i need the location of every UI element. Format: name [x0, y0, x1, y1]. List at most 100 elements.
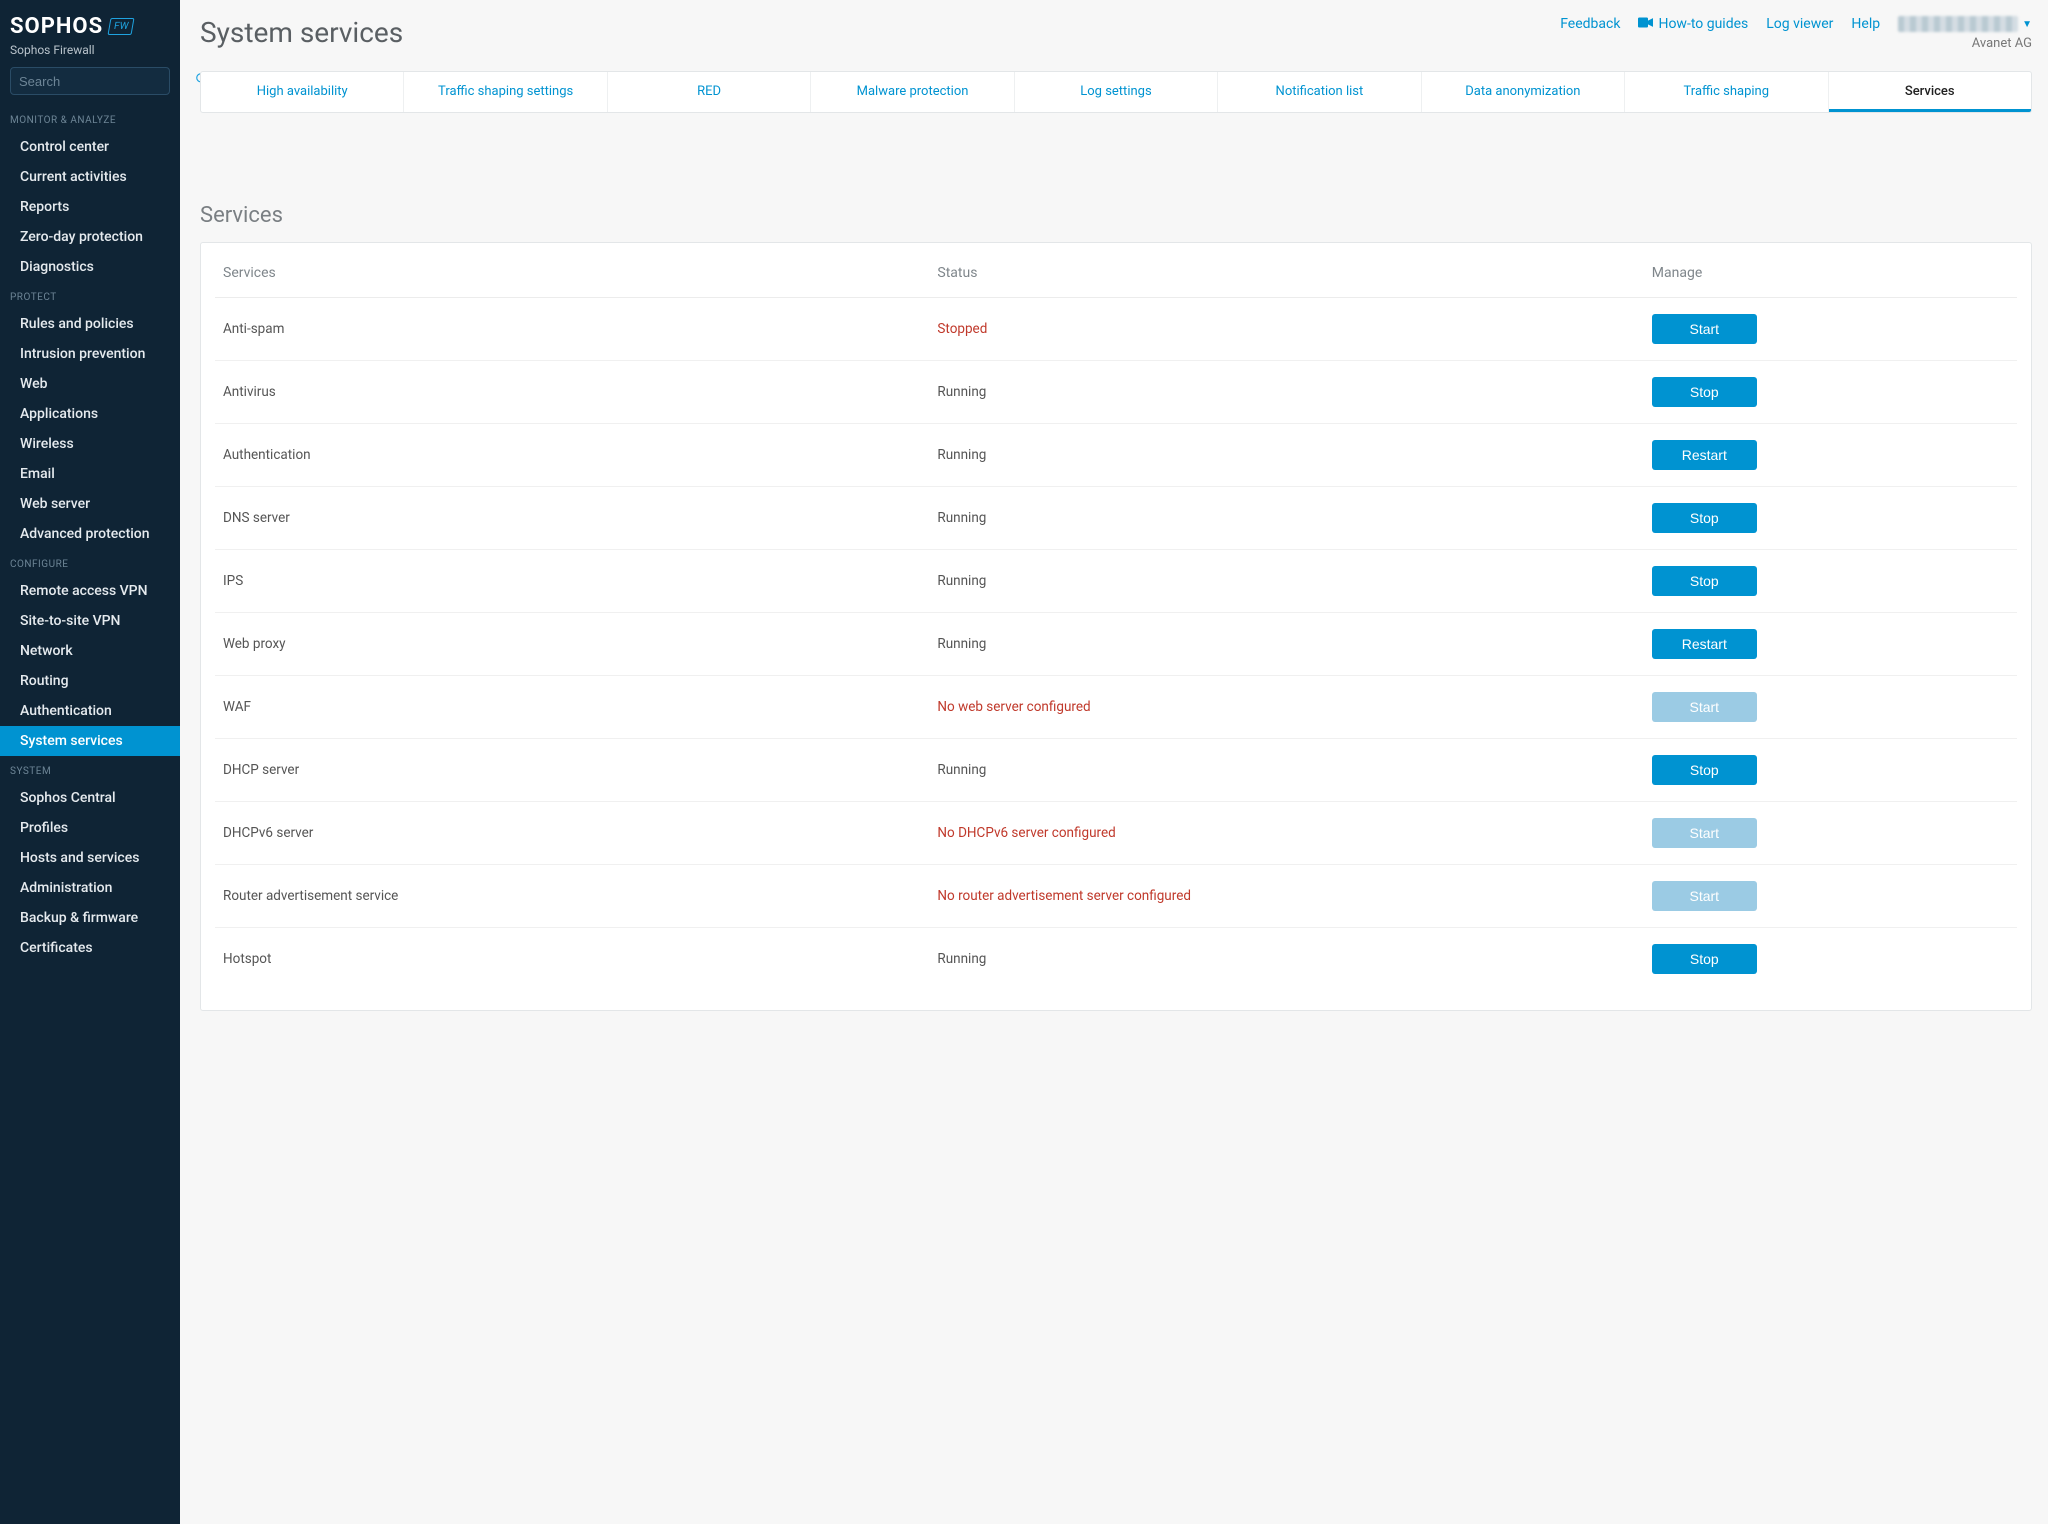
nav-item-advanced-protection[interactable]: Advanced protection	[0, 519, 180, 549]
service-name: Antivirus	[223, 384, 937, 400]
link-feedback[interactable]: Feedback	[1560, 16, 1620, 32]
service-row: Router advertisement serviceNo router ad…	[215, 865, 2017, 928]
search-box[interactable]	[10, 67, 170, 95]
service-status: Running	[937, 573, 1651, 589]
link-howto-label: How-to guides	[1658, 16, 1748, 32]
nav-item-site-to-site-vpn[interactable]: Site-to-site VPN	[0, 606, 180, 636]
video-icon	[1638, 17, 1653, 32]
nav-section-label: CONFIGURE	[0, 549, 180, 576]
service-row: IPSRunningStop	[215, 550, 2017, 613]
service-row: Web proxyRunningRestart	[215, 613, 2017, 676]
service-status: No web server configured	[937, 699, 1651, 715]
service-name: Anti-spam	[223, 321, 937, 337]
service-manage: Restart	[1652, 440, 2009, 470]
service-row: DHCPv6 serverNo DHCPv6 server configured…	[215, 802, 2017, 865]
brand-subtitle: Sophos Firewall	[0, 43, 180, 67]
tabs: High availabilityTraffic shaping setting…	[200, 71, 2032, 113]
service-stop-button[interactable]: Stop	[1652, 944, 1757, 974]
service-manage: Restart	[1652, 629, 2009, 659]
nav-item-rules-and-policies[interactable]: Rules and policies	[0, 309, 180, 339]
chevron-down-icon: ▼	[2022, 19, 2032, 30]
tab-data-anonymization[interactable]: Data anonymization	[1422, 72, 1625, 112]
tab-malware-protection[interactable]: Malware protection	[811, 72, 1014, 112]
nav-item-remote-access-vpn[interactable]: Remote access VPN	[0, 576, 180, 606]
nav-item-administration[interactable]: Administration	[0, 873, 180, 903]
service-restart-button[interactable]: Restart	[1652, 629, 1757, 659]
service-start-button: Start	[1652, 818, 1757, 848]
nav-item-backup-firmware[interactable]: Backup & firmware	[0, 903, 180, 933]
service-stop-button[interactable]: Stop	[1652, 503, 1757, 533]
nav-item-email[interactable]: Email	[0, 459, 180, 489]
nav-item-profiles[interactable]: Profiles	[0, 813, 180, 843]
topbar: System services Feedback How-to guides L…	[200, 10, 2032, 71]
nav-item-web[interactable]: Web	[0, 369, 180, 399]
nav-item-applications[interactable]: Applications	[0, 399, 180, 429]
service-manage: Start	[1652, 314, 2009, 344]
nav-item-hosts-and-services[interactable]: Hosts and services	[0, 843, 180, 873]
service-row: WAFNo web server configuredStart	[215, 676, 2017, 739]
service-name: Authentication	[223, 447, 937, 463]
service-start-button[interactable]: Start	[1652, 314, 1757, 344]
sidebar: SOPHOS FW Sophos Firewall MONITOR & ANAL…	[0, 0, 180, 1524]
nav-item-reports[interactable]: Reports	[0, 192, 180, 222]
nav-item-current-activities[interactable]: Current activities	[0, 162, 180, 192]
tab-services[interactable]: Services	[1829, 72, 2031, 112]
service-row: AuthenticationRunningRestart	[215, 424, 2017, 487]
service-manage: Stop	[1652, 503, 2009, 533]
service-name: Web proxy	[223, 636, 937, 652]
service-status: Stopped	[937, 321, 1651, 337]
service-manage: Stop	[1652, 566, 2009, 596]
service-name: DHCPv6 server	[223, 825, 937, 841]
service-manage: Start	[1652, 881, 2009, 911]
services-table-header: Services Status Manage	[215, 249, 2017, 298]
link-help[interactable]: Help	[1851, 16, 1880, 32]
services-panel: Services Status Manage Anti-spamStoppedS…	[200, 242, 2032, 1011]
nav-item-certificates[interactable]: Certificates	[0, 933, 180, 963]
nav-item-web-server[interactable]: Web server	[0, 489, 180, 519]
service-name: Hotspot	[223, 951, 937, 967]
nav-section-label: PROTECT	[0, 282, 180, 309]
service-manage: Stop	[1652, 377, 2009, 407]
service-row: DHCP serverRunningStop	[215, 739, 2017, 802]
service-manage: Start	[1652, 692, 2009, 722]
tab-log-settings[interactable]: Log settings	[1015, 72, 1218, 112]
service-status: Running	[937, 636, 1651, 652]
nav-item-network[interactable]: Network	[0, 636, 180, 666]
link-howto[interactable]: How-to guides	[1638, 16, 1748, 32]
top-links: Feedback How-to guides Log viewer Help ▼…	[1560, 16, 2032, 51]
tab-high-availability[interactable]: High availability	[201, 72, 404, 112]
tab-traffic-shaping-settings[interactable]: Traffic shaping settings	[404, 72, 607, 112]
nav-item-wireless[interactable]: Wireless	[0, 429, 180, 459]
brand-badge: FW	[108, 18, 135, 35]
nav-item-control-center[interactable]: Control center	[0, 132, 180, 162]
service-name: DHCP server	[223, 762, 937, 778]
nav-item-zero-day-protection[interactable]: Zero-day protection	[0, 222, 180, 252]
service-stop-button[interactable]: Stop	[1652, 755, 1757, 785]
org-label: Avanet AG	[1972, 36, 2032, 51]
link-logviewer[interactable]: Log viewer	[1766, 16, 1833, 32]
user-menu[interactable]: ▼	[1898, 16, 2032, 32]
nav-item-routing[interactable]: Routing	[0, 666, 180, 696]
service-status: Running	[937, 762, 1651, 778]
tab-red[interactable]: RED	[608, 72, 811, 112]
nav-item-diagnostics[interactable]: Diagnostics	[0, 252, 180, 282]
nav-section-label: MONITOR & ANALYZE	[0, 105, 180, 132]
nav-section-label: SYSTEM	[0, 756, 180, 783]
page-title: System services	[200, 16, 403, 49]
service-stop-button[interactable]: Stop	[1652, 566, 1757, 596]
nav-item-intrusion-prevention[interactable]: Intrusion prevention	[0, 339, 180, 369]
nav-item-authentication[interactable]: Authentication	[0, 696, 180, 726]
col-header-status: Status	[937, 265, 1651, 281]
brand-word: SOPHOS	[10, 14, 103, 39]
tab-notification-list[interactable]: Notification list	[1218, 72, 1421, 112]
service-status: No DHCPv6 server configured	[937, 825, 1651, 841]
nav-item-system-services[interactable]: System services	[0, 726, 180, 756]
service-restart-button[interactable]: Restart	[1652, 440, 1757, 470]
search-input[interactable]	[19, 74, 195, 89]
user-name-redacted	[1898, 16, 2018, 32]
tab-traffic-shaping[interactable]: Traffic shaping	[1625, 72, 1828, 112]
service-status: No router advertisement server configure…	[937, 888, 1651, 904]
service-stop-button[interactable]: Stop	[1652, 377, 1757, 407]
nav-item-sophos-central[interactable]: Sophos Central	[0, 783, 180, 813]
service-row: HotspotRunningStop	[215, 928, 2017, 990]
